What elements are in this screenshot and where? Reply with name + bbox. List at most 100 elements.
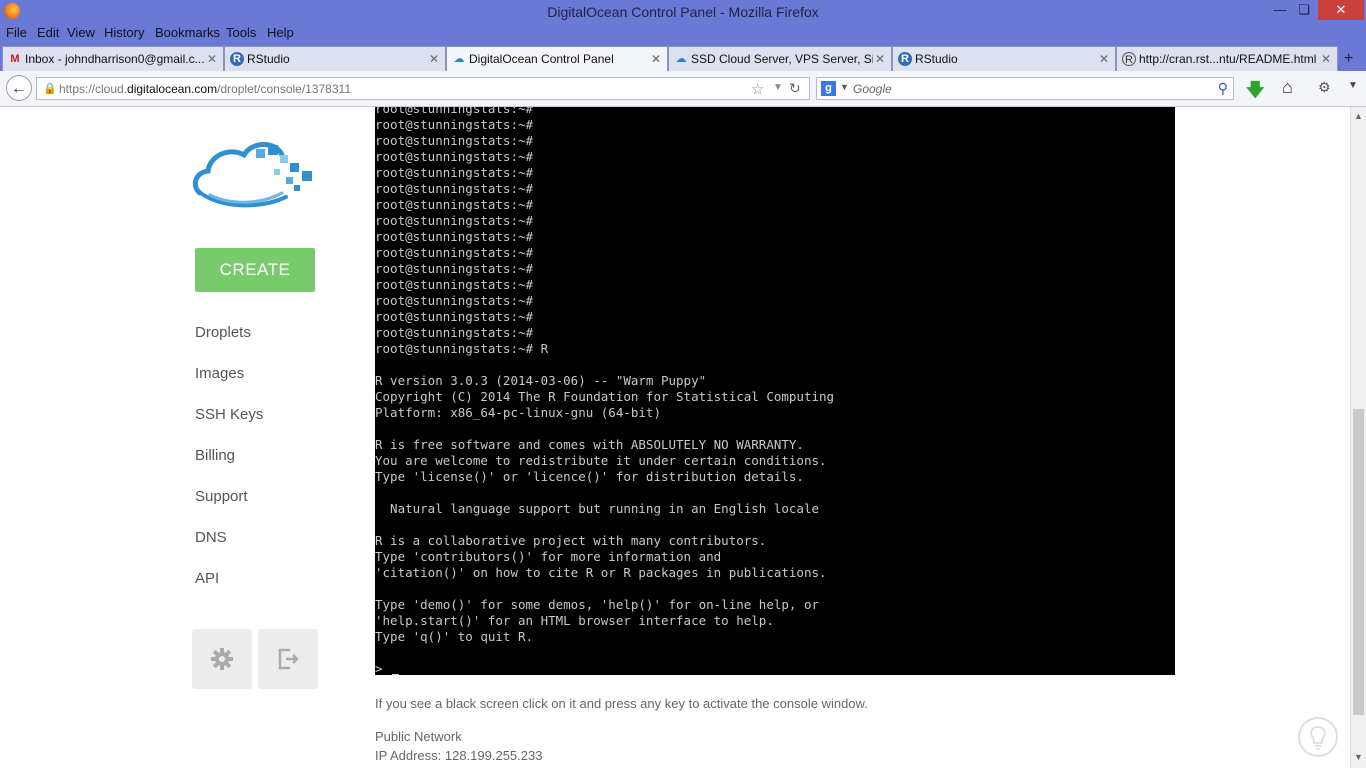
tab-close-icon[interactable]: ✕ xyxy=(1099,52,1109,66)
console-line: root@stunningstats:~# xyxy=(375,325,534,340)
home-icon[interactable]: ⌂ xyxy=(1282,77,1293,98)
console-line: root@stunningstats:~# xyxy=(375,229,534,244)
tab-label: Inbox - johndharrison0@gmail.c... xyxy=(25,52,205,66)
navigation-bar: ← 🔒 https://cloud.digitalocean.com/dropl… xyxy=(0,71,1366,107)
gmail-icon: M xyxy=(10,53,20,65)
console-line: root@stunningstats:~# xyxy=(375,107,534,116)
menu-bookmarks[interactable]: Bookmarks xyxy=(155,25,220,40)
window-title-bar: DigitalOcean Control Panel - Mozilla Fir… xyxy=(0,0,1366,24)
menu-bar: File Edit View History Bookmarks Tools H… xyxy=(0,24,1366,44)
menu-file[interactable]: File xyxy=(6,25,27,40)
scrollbar-thumb[interactable] xyxy=(1353,409,1364,715)
back-button[interactable]: ← xyxy=(6,75,32,101)
console-line: root@stunningstats:~# xyxy=(375,213,534,228)
console-line: root@stunningstats:~# xyxy=(375,277,534,292)
url-bar[interactable]: 🔒 https://cloud.digitalocean.com/droplet… xyxy=(36,77,810,100)
menu-view[interactable]: View xyxy=(67,25,95,40)
cran-icon: R xyxy=(1122,52,1136,66)
tab-close-icon[interactable]: ✕ xyxy=(429,52,439,66)
new-tab-button[interactable]: + xyxy=(1344,50,1353,68)
tab-label: RStudio xyxy=(247,52,290,66)
sidebar-item-api[interactable]: API xyxy=(195,570,219,587)
close-window-button[interactable]: ✕ xyxy=(1318,0,1364,20)
sidebar-item-droplets[interactable]: Droplets xyxy=(195,324,251,341)
scroll-up-arrow-icon[interactable]: ▲ xyxy=(1354,111,1363,121)
tab-close-icon[interactable]: ✕ xyxy=(651,52,661,66)
digitalocean-logo-icon xyxy=(192,142,312,208)
tab-label: http://cran.rst...ntu/README.html xyxy=(1139,52,1317,66)
console-line: root@stunningstats:~# xyxy=(375,293,534,308)
bookmark-star-icon[interactable]: ☆ xyxy=(751,80,764,98)
tab-cran-readme[interactable]: R http://cran.rst...ntu/README.html ✕ xyxy=(1116,46,1338,71)
console-line: Type 'demo()' for some demos, 'help()' f… xyxy=(375,597,820,612)
console-line: R version 3.0.3 (2014-03-06) -- "Warm Pu… xyxy=(375,373,707,388)
tab-close-icon[interactable]: ✕ xyxy=(875,52,885,66)
ip-address: IP Address: 128.199.255.233 xyxy=(375,748,543,763)
r-icon: R xyxy=(230,52,244,66)
r-icon: R xyxy=(898,52,912,66)
sidebar-item-support[interactable]: Support xyxy=(195,488,248,505)
console-line: Copyright (C) 2014 The R Foundation for … xyxy=(375,389,835,404)
tab-digitalocean[interactable]: ☁ DigitalOcean Control Panel ✕ xyxy=(446,46,668,71)
search-bar[interactable]: g ▼ Google ⚲ xyxy=(816,77,1234,100)
sidebar-item-billing[interactable]: Billing xyxy=(195,447,235,464)
menu-history[interactable]: History xyxy=(104,25,144,40)
window-title: DigitalOcean Control Panel - Mozilla Fir… xyxy=(547,4,819,20)
sidebar-item-ssh-keys[interactable]: SSH Keys xyxy=(195,406,263,423)
menu-tools[interactable]: Tools xyxy=(226,25,256,40)
logout-icon xyxy=(278,648,299,670)
tab-label: RStudio xyxy=(915,52,958,66)
minimize-button[interactable]: — xyxy=(1268,0,1292,20)
sidebar-item-dns[interactable]: DNS xyxy=(195,529,227,546)
download-icon[interactable]: 🡇 xyxy=(1246,78,1265,108)
console-line: root@stunningstats:~# xyxy=(375,117,534,132)
menu-edit[interactable]: Edit xyxy=(37,25,59,40)
console-line: 'help.start()' for an HTML browser inter… xyxy=(375,613,774,628)
console-line: root@stunningstats:~# xyxy=(375,149,534,164)
lock-icon: 🔒 xyxy=(43,83,57,95)
search-placeholder: Google xyxy=(853,82,892,96)
reload-icon[interactable]: ↻ xyxy=(789,80,801,97)
console-cursor xyxy=(392,674,399,675)
console-line: > xyxy=(375,661,383,675)
console-line: root@stunningstats:~# xyxy=(375,261,534,276)
google-icon[interactable]: g xyxy=(821,81,836,96)
tab-rstudio-1[interactable]: R RStudio ✕ xyxy=(224,46,446,71)
tab-inbox[interactable]: M Inbox - johndharrison0@gmail.c... ✕ xyxy=(2,46,224,71)
console-line: R is a collaborative project with many c… xyxy=(375,533,767,548)
create-button[interactable]: CREATE xyxy=(195,248,315,292)
help-lightbulb-button[interactable] xyxy=(1298,717,1338,757)
tab-close-icon[interactable]: ✕ xyxy=(1321,52,1331,66)
toolbar-menu-icon[interactable]: ▼ xyxy=(1348,80,1358,91)
console-line: Type 'contributors()' for more informati… xyxy=(375,549,722,564)
page-scrollbar[interactable]: ▲ ▼ xyxy=(1350,107,1366,768)
console-line: root@stunningstats:~# R xyxy=(375,341,549,356)
tab-close-icon[interactable]: ✕ xyxy=(207,52,217,66)
console-line: R is free software and comes with ABSOLU… xyxy=(375,437,804,452)
console-line: Platform: x86_64-pc-linux-gnu (64-bit) xyxy=(375,405,661,420)
scroll-down-arrow-icon[interactable]: ▼ xyxy=(1354,752,1363,762)
search-engine-dropdown-icon[interactable]: ▼ xyxy=(840,82,849,92)
console-window[interactable]: root@stunningstats:~# root@stunningstats:… xyxy=(375,107,1175,675)
console-line: root@stunningstats:~# xyxy=(375,197,534,212)
tab-ssd-cloud[interactable]: ☁ SSD Cloud Server, VPS Server, Si... ✕ xyxy=(668,46,892,71)
search-icon[interactable]: ⚲ xyxy=(1218,80,1228,97)
extension-icon[interactable]: ⚙ xyxy=(1318,79,1331,96)
tab-label: SSD Cloud Server, VPS Server, Si... xyxy=(691,52,873,66)
console-line: root@stunningstats:~# xyxy=(375,309,534,324)
console-line: root@stunningstats:~# xyxy=(375,165,534,180)
logout-button[interactable] xyxy=(258,629,318,689)
console-line: root@stunningstats:~# xyxy=(375,181,534,196)
console-line: Type 'license()' or 'licence()' for dist… xyxy=(375,469,804,484)
url-text: https://cloud.digitalocean.com/droplet/c… xyxy=(59,82,351,96)
gear-icon xyxy=(211,648,233,670)
console-line: root@stunningstats:~# xyxy=(375,245,534,260)
lightbulb-icon xyxy=(1310,726,1326,750)
url-dropdown-icon[interactable]: ▼ xyxy=(773,82,783,93)
menu-help[interactable]: Help xyxy=(267,25,294,40)
sidebar-item-images[interactable]: Images xyxy=(195,365,244,382)
console-line: You are welcome to redistribute it under… xyxy=(375,453,827,468)
settings-button[interactable] xyxy=(192,629,252,689)
tab-rstudio-2[interactable]: R RStudio ✕ xyxy=(892,46,1116,71)
maximize-button[interactable]: ❏ xyxy=(1292,0,1316,20)
